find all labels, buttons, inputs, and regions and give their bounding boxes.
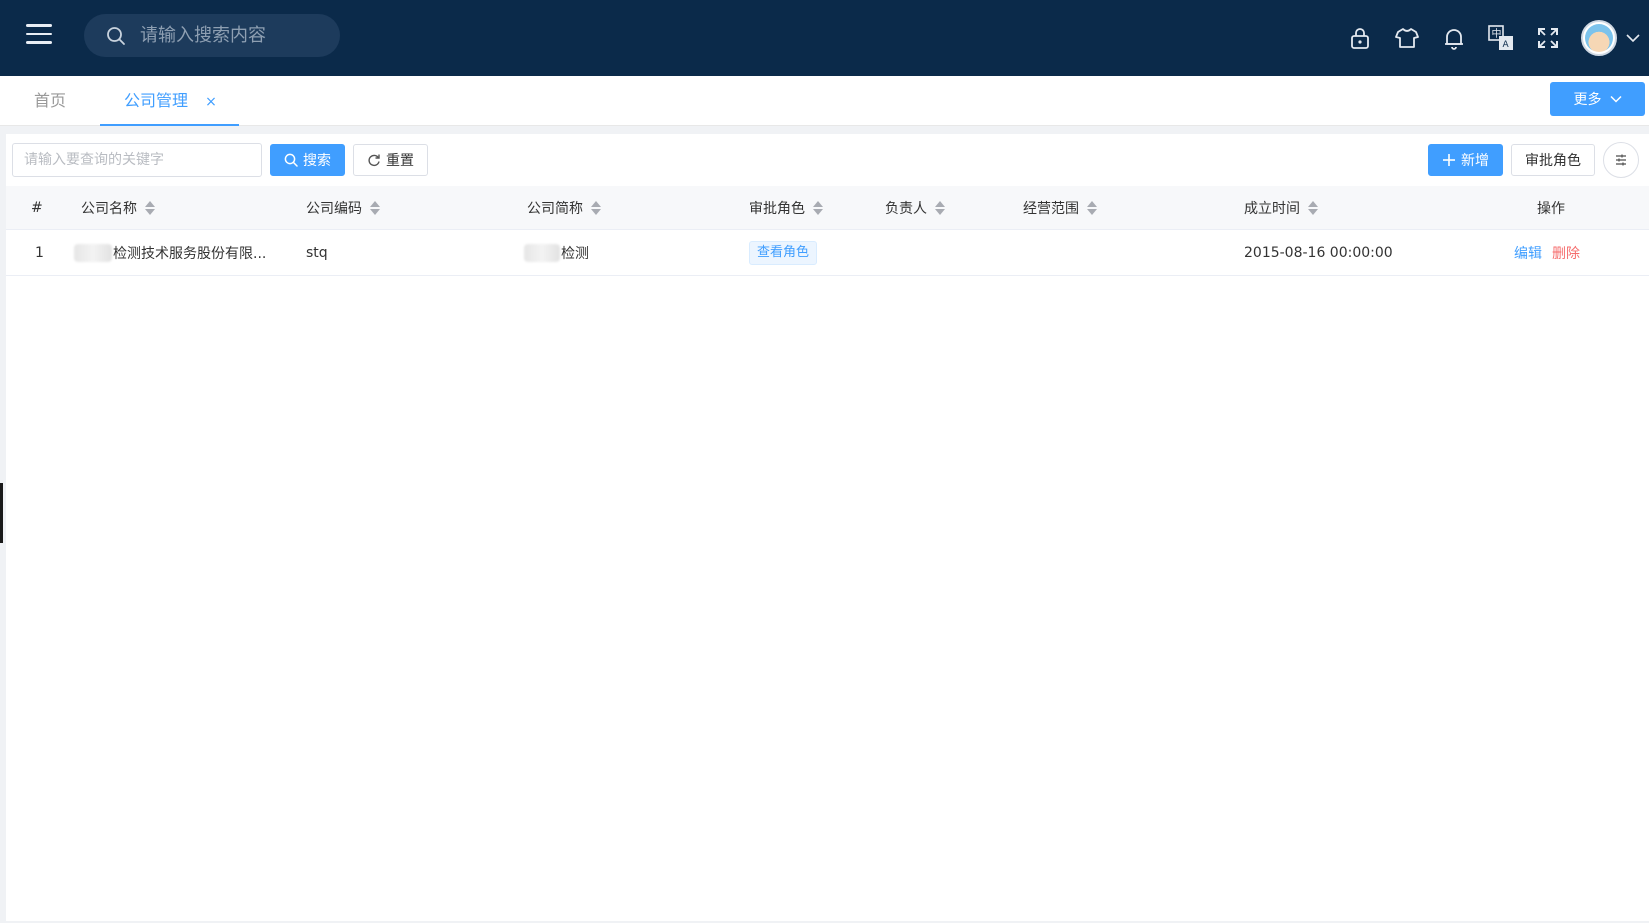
fullscreen-icon[interactable] — [1524, 0, 1571, 76]
delete-link[interactable]: 删除 — [1552, 243, 1580, 263]
column-header-company-code-label: 公司编码 — [306, 200, 362, 217]
column-header-scope[interactable]: 经营范围 — [1023, 186, 1097, 229]
top-navbar: 中A — [0, 0, 1649, 76]
table-row: 1 检测技术服务股份有限... stq 检测 查看角色 2015-08-16 0… — [6, 230, 1649, 276]
reset-button-label: 重置 — [386, 153, 414, 169]
translate-icon[interactable]: 中A — [1477, 0, 1524, 76]
cell-company-name-text: 检测技术服务股份有限... — [113, 245, 267, 262]
global-search-input[interactable] — [140, 25, 320, 46]
column-header-actions-label: 操作 — [1537, 200, 1565, 217]
tab-home-label: 首页 — [34, 91, 67, 110]
chevron-down-icon — [1609, 95, 1622, 103]
add-button[interactable]: 新增 — [1428, 144, 1503, 176]
column-header-short-name[interactable]: 公司简称 — [527, 186, 601, 229]
search-button[interactable]: 搜索 — [270, 144, 345, 176]
cell-company-code: stq — [306, 244, 328, 261]
svg-text:A: A — [1502, 40, 1509, 50]
sort-icon[interactable] — [145, 200, 155, 215]
cell-short-name: 检测 — [524, 230, 589, 275]
column-settings-button[interactable] — [1603, 142, 1639, 178]
search-button-label: 搜索 — [303, 153, 331, 169]
keyword-input[interactable] — [12, 143, 262, 177]
column-header-owner[interactable]: 负责人 — [885, 186, 945, 229]
edit-link[interactable]: 编辑 — [1514, 243, 1542, 263]
column-header-company-name[interactable]: 公司名称 — [81, 186, 155, 229]
sidebar-drag-handle[interactable] — [0, 483, 3, 543]
company-table: # 公司名称 公司编码 公司简称 审批角色 负责人 经营范围 成立时间 操作 1… — [6, 186, 1649, 276]
shirt-icon[interactable] — [1383, 0, 1430, 76]
column-header-index: # — [31, 186, 43, 229]
sort-icon[interactable] — [1308, 200, 1318, 215]
global-search[interactable] — [84, 14, 340, 57]
column-header-established-label: 成立时间 — [1244, 200, 1300, 217]
tab-company-label: 公司管理 — [124, 91, 189, 110]
menu-toggle-icon[interactable] — [26, 24, 52, 46]
lock-icon[interactable] — [1336, 0, 1383, 76]
column-header-established[interactable]: 成立时间 — [1244, 186, 1318, 229]
redacted-text — [74, 243, 112, 262]
search-icon — [107, 26, 125, 45]
table-header: # 公司名称 公司编码 公司简称 审批角色 负责人 经营范围 成立时间 操作 — [6, 186, 1649, 230]
sort-icon[interactable] — [1087, 200, 1097, 215]
column-header-approval-role-label: 审批角色 — [749, 200, 805, 217]
column-header-scope-label: 经营范围 — [1023, 200, 1079, 217]
column-header-company-name-label: 公司名称 — [81, 200, 137, 217]
column-header-actions: 操作 — [1537, 186, 1565, 229]
tab-home[interactable]: 首页 — [34, 76, 66, 126]
approval-role-button[interactable]: 审批角色 — [1511, 144, 1595, 176]
tabs-bar: 首页 公司管理 × 更多 — [0, 76, 1649, 126]
more-button[interactable]: 更多 — [1550, 82, 1645, 116]
main-panel: 搜索 重置 新增 审批角色 # 公司名称 公司编码 — [6, 134, 1649, 921]
add-button-label: 新增 — [1461, 153, 1489, 169]
column-header-company-code[interactable]: 公司编码 — [306, 186, 380, 229]
sort-icon[interactable] — [935, 200, 945, 215]
close-icon[interactable]: × — [205, 94, 217, 110]
avatar[interactable] — [1581, 20, 1617, 56]
sort-icon[interactable] — [591, 200, 601, 215]
approval-role-button-label: 审批角色 — [1525, 153, 1581, 169]
search-icon — [284, 153, 298, 167]
sliders-icon — [1616, 154, 1626, 166]
cell-approval-role: 查看角色 — [749, 230, 818, 275]
column-header-index-label: # — [31, 199, 43, 216]
redacted-text — [524, 243, 560, 262]
cell-index: 1 — [35, 244, 44, 261]
cell-established: 2015-08-16 00:00:00 — [1244, 244, 1393, 261]
cell-company-name: 检测技术服务股份有限... — [74, 230, 266, 275]
view-roles-tag[interactable]: 查看角色 — [749, 240, 818, 265]
column-header-owner-label: 负责人 — [885, 200, 927, 217]
column-header-short-name-label: 公司简称 — [527, 200, 583, 217]
bell-icon[interactable] — [1430, 0, 1477, 76]
column-header-approval-role[interactable]: 审批角色 — [749, 186, 823, 229]
chevron-down-icon[interactable] — [1617, 0, 1649, 76]
cell-actions: 编辑 删除 — [1514, 230, 1580, 275]
refresh-icon — [368, 154, 380, 167]
sort-icon[interactable] — [370, 200, 380, 215]
more-button-label: 更多 — [1573, 92, 1602, 108]
search-toolbar: 搜索 重置 — [12, 142, 428, 178]
plus-icon — [1443, 154, 1455, 166]
cell-short-name-text: 检测 — [561, 245, 589, 262]
reset-button[interactable]: 重置 — [353, 144, 428, 176]
sort-icon[interactable] — [813, 200, 823, 215]
tab-company-management[interactable]: 公司管理 × — [100, 76, 239, 126]
